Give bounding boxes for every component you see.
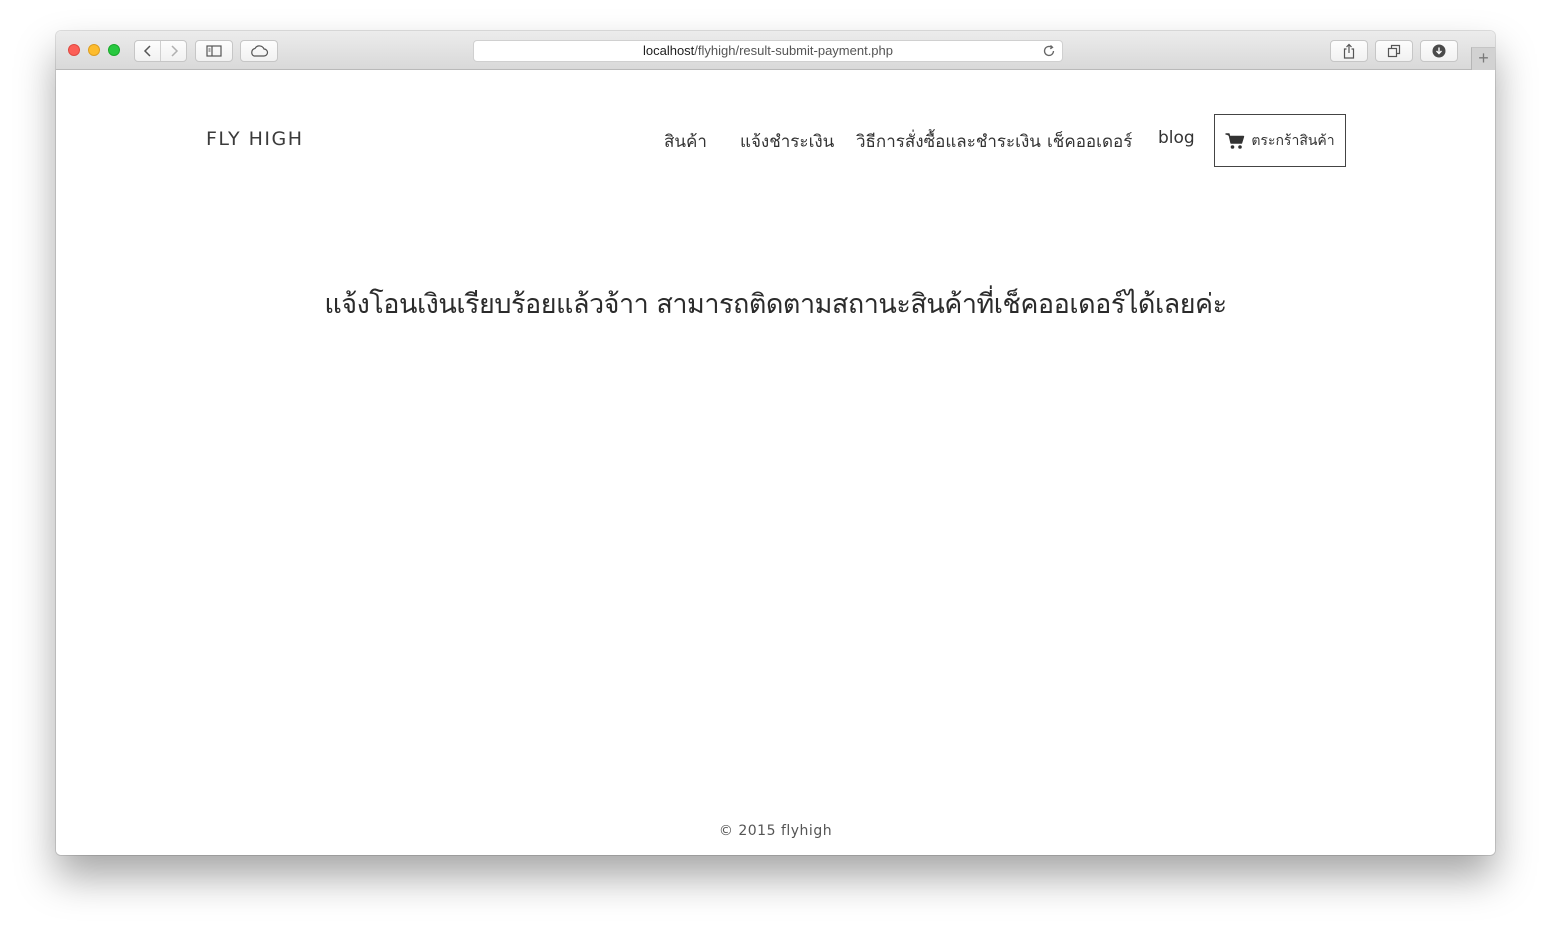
url-host: localhost — [642, 43, 695, 58]
nav-blog[interactable]: blog — [1158, 128, 1195, 148]
nav-payment-notice[interactable]: แจ้งชำระเงิน — [740, 128, 834, 155]
nav-check-order[interactable]: เช็คออเดอร์ — [1047, 128, 1132, 155]
web-page: FLY HIGH สินค้า แจ้งชำระเงิน วิธีการสั่ง… — [56, 70, 1495, 855]
cart-label: ตระกร้าสินค้า — [1251, 132, 1335, 149]
icloud-tabs-button[interactable] — [240, 40, 278, 62]
address-bar[interactable]: localhost/flyhigh/result-submit-payment.… — [473, 40, 1063, 62]
downloads-button[interactable] — [1420, 40, 1458, 62]
share-icon — [1343, 43, 1355, 59]
chevron-left-icon — [143, 45, 151, 57]
chevron-right-icon — [170, 45, 178, 57]
footer-copyright: © 2015 flyhigh — [718, 823, 833, 839]
forward-button[interactable] — [160, 41, 186, 61]
nav-products[interactable]: สินค้า — [664, 128, 707, 155]
new-tab-button[interactable]: + — [1471, 47, 1495, 70]
payment-success-message: แจ้งโอนเงินเรียบร้อยแล้วจ้าา สามารถติดตา… — [324, 289, 1227, 320]
url-path: /flyhigh/result-submit-payment.php — [694, 43, 893, 58]
sidebar-icon — [206, 45, 222, 57]
cart-icon — [1225, 132, 1245, 149]
tabs-icon — [1387, 44, 1401, 58]
browser-window: localhost/flyhigh/result-submit-payment.… — [56, 31, 1495, 855]
cart-button[interactable]: ตระกร้าสินค้า — [1214, 114, 1346, 167]
browser-toolbar: localhost/flyhigh/result-submit-payment.… — [56, 31, 1495, 70]
plus-icon: + — [1478, 48, 1489, 68]
show-tabs-button[interactable] — [1375, 40, 1413, 62]
share-button[interactable] — [1330, 40, 1368, 62]
zoom-window-button[interactable] — [108, 44, 120, 56]
brand-logo[interactable]: FLY HIGH — [206, 128, 304, 150]
close-window-button[interactable] — [68, 44, 80, 56]
sidebar-button[interactable] — [195, 40, 233, 62]
back-button[interactable] — [135, 41, 160, 61]
nav-how-to-order[interactable]: วิธีการสั่งซื้อและชำระเงิน — [856, 128, 1041, 155]
history-nav-group — [134, 40, 187, 62]
minimize-window-button[interactable] — [88, 44, 100, 56]
download-icon — [1432, 44, 1446, 58]
cloud-icon — [251, 45, 269, 57]
reload-icon[interactable] — [1042, 44, 1056, 58]
